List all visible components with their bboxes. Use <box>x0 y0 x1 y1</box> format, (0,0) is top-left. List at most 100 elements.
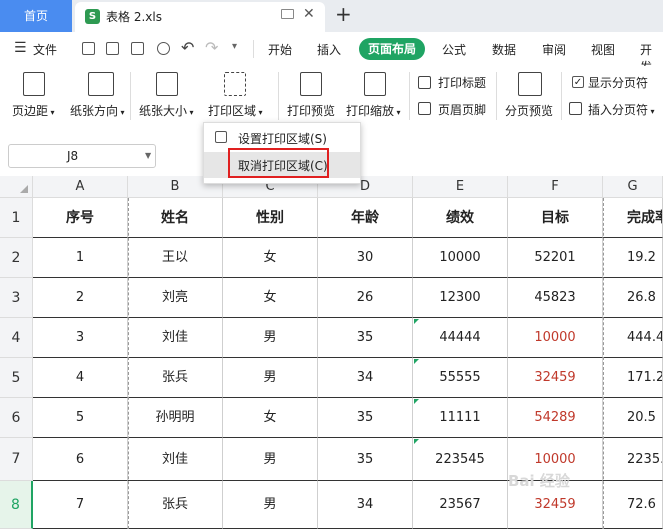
table-cell[interactable]: 张兵 <box>128 481 223 529</box>
table-cell[interactable]: 223545 <box>413 438 508 481</box>
table-cell[interactable]: 34 <box>318 481 413 529</box>
table-cell[interactable]: 34 <box>318 358 413 398</box>
table-cell[interactable]: 12300 <box>413 278 508 318</box>
table-cell[interactable]: 张兵 <box>128 358 223 398</box>
table-cell[interactable]: 男 <box>223 438 318 481</box>
menu-home[interactable]: 开始 <box>268 41 292 58</box>
table-cell[interactable]: 2235.4 <box>603 438 663 481</box>
show-page-breaks-checkbox[interactable]: ✓ <box>572 76 584 88</box>
print-area-button[interactable]: 打印区域 ▾ <box>208 102 263 119</box>
row-header-1[interactable]: 1 <box>0 198 33 238</box>
table-cell[interactable]: 55555 <box>413 358 508 398</box>
print-preview-icon[interactable] <box>157 42 170 55</box>
table-cell[interactable]: 44444 <box>413 318 508 358</box>
table-cell[interactable]: 女 <box>223 278 318 318</box>
table-cell[interactable]: 男 <box>223 358 318 398</box>
table-cell[interactable]: 26.8 <box>603 278 663 318</box>
document-tab[interactable]: S 表格 2.xls ✕ <box>75 2 325 32</box>
header-cell[interactable]: 姓名 <box>128 198 223 238</box>
menu-review[interactable]: 审阅 <box>542 41 566 58</box>
monitor-icon[interactable] <box>281 9 294 19</box>
table-cell[interactable]: 5 <box>33 398 128 438</box>
menu-insert[interactable]: 插入 <box>317 41 341 58</box>
export-icon[interactable] <box>106 42 119 55</box>
row-header-8[interactable]: 8 <box>0 481 33 529</box>
hamburger-icon[interactable]: ☰ <box>14 40 27 56</box>
select-all-corner[interactable] <box>0 176 33 198</box>
file-menu[interactable]: 文件 <box>33 41 57 58</box>
home-tab[interactable]: 首页 <box>0 0 72 32</box>
print-scale-icon[interactable] <box>364 72 386 96</box>
header-cell[interactable]: 目标 <box>508 198 603 238</box>
header-cell[interactable]: 年龄 <box>318 198 413 238</box>
header-footer-icon[interactable] <box>418 102 431 115</box>
table-cell[interactable]: 女 <box>223 238 318 278</box>
menu-formulas[interactable]: 公式 <box>442 41 466 58</box>
undo-icon[interactable]: ↶ <box>181 38 194 57</box>
name-box[interactable]: J8 ▼ <box>8 144 156 168</box>
page-break-preview-button[interactable]: 分页预览 <box>505 102 553 119</box>
row-header-4[interactable]: 4 <box>0 318 33 358</box>
table-cell[interactable]: 王以 <box>128 238 223 278</box>
table-cell[interactable]: 男 <box>223 481 318 529</box>
print-area-icon[interactable] <box>224 72 246 96</box>
menu-view[interactable]: 视图 <box>591 41 615 58</box>
print-scale-button[interactable]: 打印缩放 ▾ <box>346 102 401 119</box>
column-header-f[interactable]: F <box>508 176 603 198</box>
column-header-a[interactable]: A <box>33 176 128 198</box>
header-cell[interactable]: 完成率 <box>603 198 663 238</box>
table-cell[interactable]: 刘佳 <box>128 438 223 481</box>
header-cell[interactable]: 性别 <box>223 198 318 238</box>
table-cell[interactable]: 6 <box>33 438 128 481</box>
header-cell[interactable]: 绩效 <box>413 198 508 238</box>
print-preview-button[interactable]: 打印预览 <box>287 102 335 119</box>
print-icon[interactable] <box>131 42 144 55</box>
table-cell[interactable]: 23567 <box>413 481 508 529</box>
row-header-6[interactable]: 6 <box>0 398 33 438</box>
table-cell[interactable]: 3 <box>33 318 128 358</box>
table-cell[interactable]: 7 <box>33 481 128 529</box>
table-cell[interactable]: 72.6 <box>603 481 663 529</box>
table-cell[interactable]: 30 <box>318 238 413 278</box>
print-titles-icon[interactable] <box>418 76 431 89</box>
table-cell[interactable]: 54289 <box>508 398 603 438</box>
header-cell[interactable]: 序号 <box>33 198 128 238</box>
page-break-preview-icon[interactable] <box>518 72 542 96</box>
table-cell[interactable]: 35 <box>318 398 413 438</box>
chevron-down-icon[interactable]: ▼ <box>145 151 151 160</box>
margins-icon[interactable] <box>23 72 45 96</box>
table-cell[interactable]: 444.4 <box>603 318 663 358</box>
row-header-2[interactable]: 2 <box>0 238 33 278</box>
close-tab-icon[interactable]: ✕ <box>303 6 315 22</box>
redo-icon[interactable]: ↷ <box>205 38 218 57</box>
table-cell[interactable]: 26 <box>318 278 413 318</box>
table-cell[interactable]: 1 <box>33 238 128 278</box>
table-cell[interactable]: 10000 <box>508 318 603 358</box>
row-header-5[interactable]: 5 <box>0 358 33 398</box>
table-cell[interactable]: 19.2 <box>603 238 663 278</box>
table-cell[interactable]: 11111 <box>413 398 508 438</box>
paper-size-icon[interactable] <box>156 72 178 96</box>
table-cell[interactable]: 刘佳 <box>128 318 223 358</box>
orientation-button[interactable]: 纸张方向 ▾ <box>70 102 125 119</box>
table-cell[interactable]: 171.2 <box>603 358 663 398</box>
print-titles-button[interactable]: 打印标题 <box>438 74 486 91</box>
table-cell[interactable]: 4 <box>33 358 128 398</box>
table-cell[interactable]: 2 <box>33 278 128 318</box>
table-cell[interactable]: 男 <box>223 318 318 358</box>
menu-page-layout[interactable]: 页面布局 <box>359 38 425 60</box>
row-header-7[interactable]: 7 <box>0 438 33 481</box>
column-header-e[interactable]: E <box>413 176 508 198</box>
insert-page-break-icon[interactable] <box>569 102 582 115</box>
new-tab-button[interactable]: + <box>335 2 352 26</box>
table-cell[interactable]: 刘亮 <box>128 278 223 318</box>
table-cell[interactable]: 10000 <box>413 238 508 278</box>
table-cell[interactable]: 52201 <box>508 238 603 278</box>
margins-button[interactable]: 页边距 ▾ <box>12 102 55 119</box>
table-cell[interactable]: 35 <box>318 318 413 358</box>
table-cell[interactable]: 45823 <box>508 278 603 318</box>
table-cell[interactable]: 孙明明 <box>128 398 223 438</box>
table-cell[interactable]: 女 <box>223 398 318 438</box>
row-header-3[interactable]: 3 <box>0 278 33 318</box>
print-preview-ribbon-icon[interactable] <box>300 72 322 96</box>
